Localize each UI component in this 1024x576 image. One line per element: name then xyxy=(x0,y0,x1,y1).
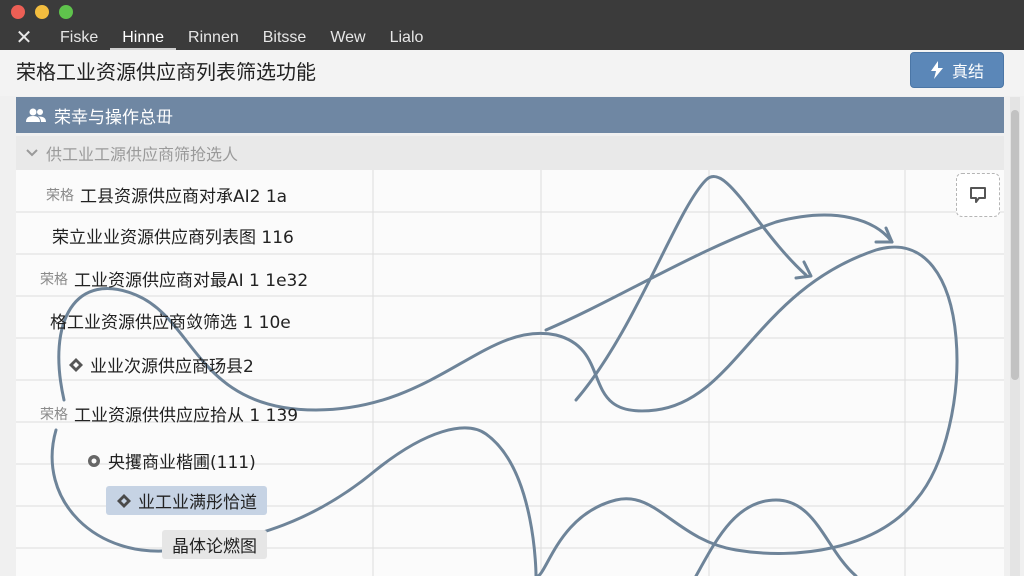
tree-row-prefix: 荣格 xyxy=(40,271,68,288)
tree-row-label: 央攫商业楷圃(111) xyxy=(108,453,256,473)
gear-icon xyxy=(88,454,100,467)
tree-row-label: 工业资源供供应应拾从 1 139 xyxy=(74,406,299,426)
tree-row[interactable]: 央攫商业楷圃(111) xyxy=(86,448,256,473)
comment-icon xyxy=(970,187,986,203)
page-header: 荣格工业资源供应商列表筛选功能 xyxy=(0,50,1024,96)
panel-header: 荣幸与操作总毌 xyxy=(16,97,1004,133)
menu-item-4[interactable]: Bitsse xyxy=(251,26,319,50)
menu-bar: Fiske Hinne Rinnen Bitsse Wew Lialo xyxy=(48,26,435,50)
tree-row-prefix: 荣格 xyxy=(40,406,68,423)
menu-item-1[interactable]: Fiske xyxy=(48,26,110,50)
chevron-down-icon xyxy=(26,149,38,157)
content-area: 荣格 工县资源供应商对承AI2 1a 荣立业业资源供应商列表图 116 荣格 工… xyxy=(16,170,1004,576)
window-maximize-dot[interactable] xyxy=(59,5,73,19)
tree-row[interactable]: 格工业资源供应商敛筛选 1 10e xyxy=(50,308,291,333)
page-title: 荣格工业资源供应商列表筛选功能 xyxy=(16,60,316,84)
tree-row[interactable]: 荣格 工业资源供应商对最AI 1 1e32 xyxy=(40,266,308,291)
bolt-icon xyxy=(930,61,943,79)
menu-item-2[interactable]: Hinne xyxy=(110,26,177,50)
window-minimize-dot[interactable] xyxy=(35,5,49,19)
title-bar: ✕ Fiske Hinne Rinnen Bitsse Wew Lialo xyxy=(0,0,1024,50)
action-button[interactable]: 真结 xyxy=(910,52,1004,88)
tree-row[interactable]: 荣格 工县资源供应商对承AI2 1a xyxy=(46,182,287,207)
filter-row[interactable]: 供工业工源供应商筛抢选人 xyxy=(16,136,1004,170)
tree-row[interactable]: 业业次源供应商玚县2 xyxy=(68,352,254,377)
scrollbar-thumb[interactable] xyxy=(1011,110,1019,380)
tree-row[interactable]: 荣立业业资源供应商列表图 116 xyxy=(52,223,294,248)
tree-row[interactable]: 荣格 工业资源供供应应拾从 1 139 xyxy=(40,401,298,426)
action-button-label: 真结 xyxy=(951,62,984,81)
diamond-icon xyxy=(69,357,83,372)
tree-row-label: 荣立业业资源供应商列表图 116 xyxy=(52,228,294,248)
close-icon[interactable]: ✕ xyxy=(13,26,35,48)
tree-row-chip[interactable]: 晶体论燃图 xyxy=(162,530,267,559)
tree-row-label: 业工业满彤恰道 xyxy=(138,493,257,513)
tree-row-label: 工业资源供应商对最AI 1 1e32 xyxy=(74,271,309,291)
tree-row-label: 格工业资源供应商敛筛选 1 10e xyxy=(50,313,291,333)
tree-row-label: 工县资源供应商对承AI2 1a xyxy=(80,187,288,207)
tree-row-label: 业业次源供应商玚县2 xyxy=(90,357,254,377)
window-close-dot[interactable] xyxy=(11,5,25,19)
panel-title: 荣幸与操作总毌 xyxy=(54,107,173,128)
comment-button[interactable] xyxy=(956,173,1000,217)
tree-row-prefix: 荣格 xyxy=(46,187,74,204)
filter-label: 供工业工源供应商筛抢选人 xyxy=(46,145,239,164)
tree-row-label: 晶体论燃图 xyxy=(172,537,257,557)
menu-item-3[interactable]: Rinnen xyxy=(176,26,251,50)
tree-row-selected[interactable]: 业工业满彤恰道 xyxy=(106,486,267,515)
diamond-icon xyxy=(117,493,131,508)
menu-item-6[interactable]: Lialo xyxy=(378,26,436,50)
menu-item-5[interactable]: Wew xyxy=(318,26,377,50)
users-icon xyxy=(26,108,46,122)
